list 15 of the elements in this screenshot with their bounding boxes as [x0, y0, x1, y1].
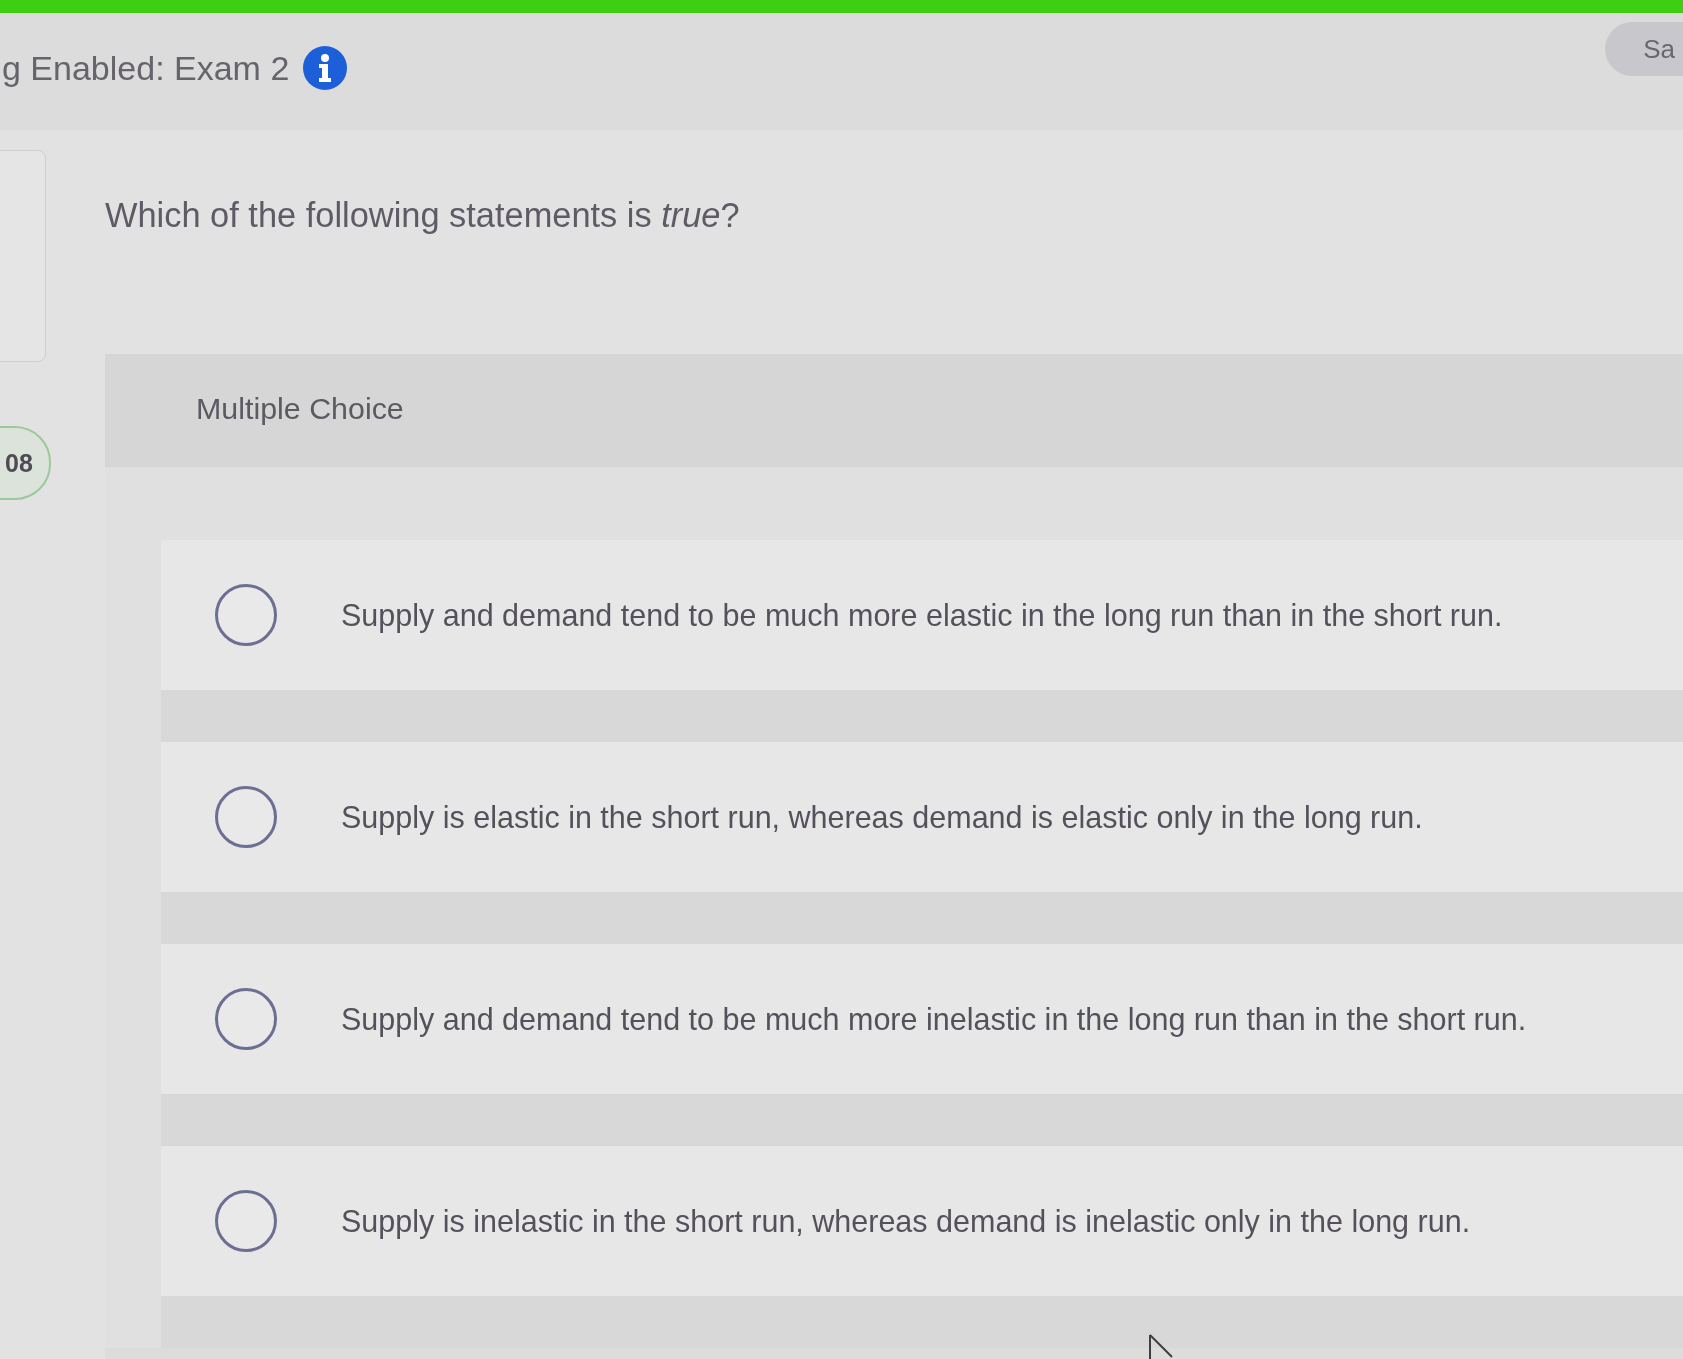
- question-text: Which of the following statements is true?: [105, 195, 741, 236]
- option-text: Supply is inelastic in the short run, whereas demand is inelastic only in the long run.: [341, 1203, 1471, 1239]
- page-title: g Enabled: Exam 2: [2, 48, 290, 89]
- info-icon[interactable]: [303, 46, 348, 90]
- answer-option[interactable]: Supply and demand tend to be much more elastic in the long run than in the short run.: [161, 540, 1683, 690]
- option-text: Supply and demand tend to be much more elastic in the long run than in the short run.: [341, 597, 1503, 633]
- question-type-label: Multiple Choice: [196, 391, 404, 426]
- timer-badge: 08: [0, 426, 51, 500]
- pointer-icon: [1148, 1334, 1174, 1359]
- option-text: Supply is elastic in the short run, whereas demand is elastic only in the long run.: [341, 799, 1423, 835]
- answer-option[interactable]: Supply and demand tend to be much more inelastic in the long run than in the short run.: [161, 944, 1683, 1094]
- answer-option[interactable]: Supply is elastic in the short run, whereas demand is elastic only in the long run.: [161, 742, 1683, 892]
- answer-option[interactable]: Supply is inelastic in the short run, whereas demand is inelastic only in the long run.: [161, 1146, 1683, 1296]
- save-button[interactable]: Sa: [1605, 22, 1683, 76]
- option-text: Supply and demand tend to be much more inelastic in the long run than in the short run.: [341, 1001, 1527, 1037]
